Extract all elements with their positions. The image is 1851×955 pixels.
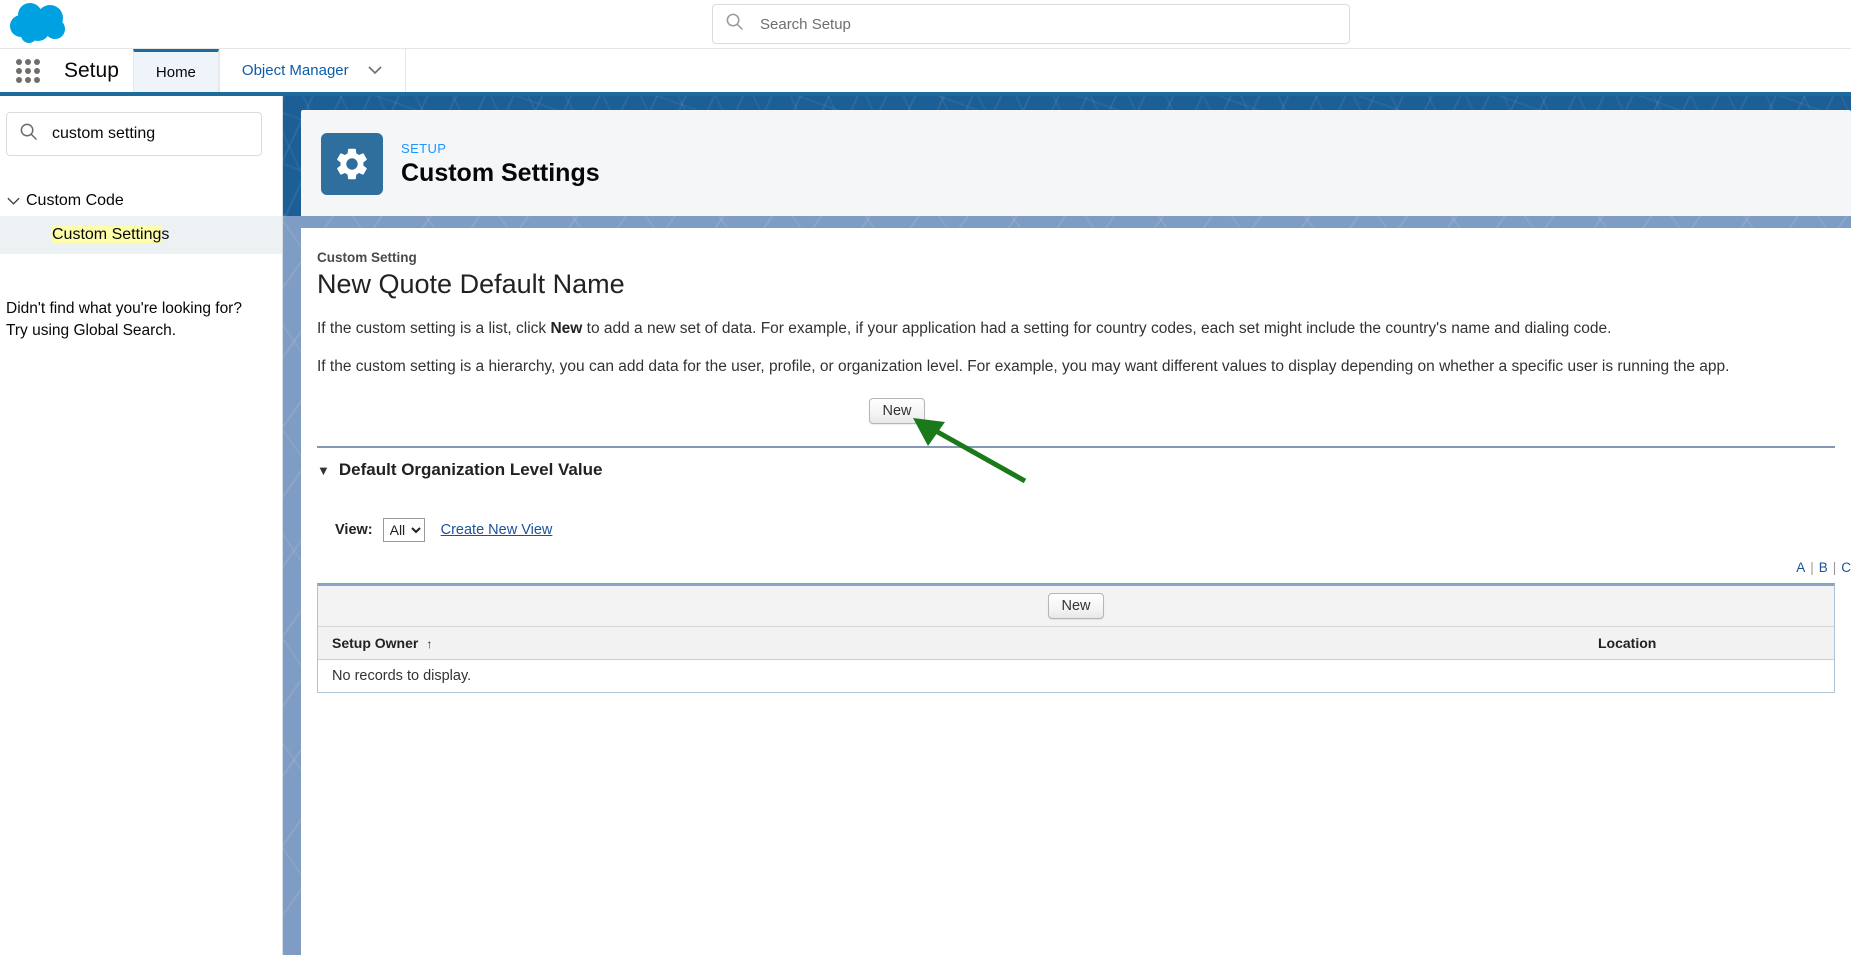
description-paragraph-1: If the custom setting is a list, click N… [317, 320, 1851, 338]
setup-breadcrumb: SETUP [401, 140, 447, 156]
body-split: Custom Code Custom Settings Didn't find … [0, 96, 1851, 955]
table-header-row: Setup Owner ↑ Location [318, 627, 1834, 660]
global-header [0, 0, 1851, 48]
empty-state-message: No records to display. [318, 659, 1834, 692]
setup-header-titles: SETUP Custom Settings [401, 141, 600, 188]
view-label: View: [335, 522, 373, 538]
paragraph-1-before: If the custom setting is a list, click [317, 320, 551, 337]
list-toolbar: New [318, 586, 1834, 627]
sidebar-help-note: Didn't find what you're looking for? Try… [6, 300, 242, 340]
record-type-label: Custom Setting [317, 250, 417, 265]
tree-leaf-label-rest: s [161, 226, 170, 243]
tree-branch-custom-code[interactable]: Custom Code [0, 186, 282, 216]
paragraph-1-after: to add a new set of data. For example, i… [582, 320, 1612, 337]
triangle-down-icon: ▼ [317, 462, 330, 478]
tab-home[interactable]: Home [132, 49, 219, 92]
global-search-input[interactable] [758, 14, 1349, 34]
records-list-panel: New Setup Owner ↑ Location No records to… [317, 583, 1835, 693]
create-new-view-link[interactable]: Create New View [441, 522, 553, 538]
view-controls: View: All Create New View [335, 518, 1851, 542]
tab-home-label: Home [155, 63, 196, 81]
salesforce-cloud-logo[interactable] [8, 2, 72, 48]
global-search-container [712, 4, 1350, 44]
search-icon [725, 12, 744, 36]
column-header-location-label: Location [1598, 635, 1657, 651]
paragraph-1-bold: New [550, 320, 583, 337]
setup-sidebar: Custom Code Custom Settings Didn't find … [0, 96, 283, 955]
alpha-filter-a[interactable]: A [1796, 560, 1805, 575]
page-title: Custom Settings [401, 158, 600, 187]
section-header-label: Default Organization Level Value [338, 460, 603, 479]
chevron-down-icon [367, 62, 383, 79]
new-button-row: New [317, 398, 1477, 424]
alpha-sep-1: | [1810, 560, 1814, 575]
setup-title-label: Setup [64, 58, 119, 82]
column-header-setup-owner[interactable]: Setup Owner ↑ [318, 627, 1584, 660]
gear-icon [321, 133, 383, 195]
tree-branch-label: Custom Code [26, 192, 124, 209]
setup-tabs: Home Object Manager [132, 49, 406, 92]
app-launcher-grid-icon[interactable] [0, 49, 56, 92]
global-search-box[interactable] [712, 4, 1350, 44]
record-title: New Quote Default Name [317, 269, 625, 299]
detail-panel-wrap: Custom Setting New Quote Default Name If… [283, 216, 1851, 955]
alpha-filter-b[interactable]: B [1819, 560, 1828, 575]
alpha-sep-2: | [1832, 560, 1837, 575]
setup-banner: SETUP Custom Settings [283, 96, 1851, 218]
tab-object-manager-label: Object Manager [241, 62, 349, 79]
chevron-down-icon [0, 196, 26, 206]
description-paragraph-2: If the custom setting is a hierarchy, yo… [317, 358, 1730, 375]
table-row: No records to display. [318, 659, 1834, 692]
main-content: SETUP Custom Settings Custom Setting New… [283, 96, 1851, 955]
tree-leaf-label-highlight: Custom Setting [52, 226, 162, 243]
alpha-filter-c[interactable]: C [1841, 560, 1851, 575]
view-select[interactable]: All [382, 518, 425, 542]
setup-header-card: SETUP Custom Settings [301, 110, 1851, 218]
list-new-button[interactable]: New [1048, 593, 1104, 619]
column-header-location[interactable]: Location [1584, 627, 1834, 660]
sidebar-item-custom-settings[interactable]: Custom Settings [0, 216, 282, 254]
section-header-default-org-level-value[interactable]: ▼ Default Organization Level Value [317, 460, 1851, 480]
quick-find-input[interactable] [50, 124, 261, 144]
alpha-filter: A | B | C [317, 560, 1851, 575]
detail-panel: Custom Setting New Quote Default Name If… [301, 228, 1851, 955]
search-icon [19, 122, 38, 146]
quick-find-box[interactable] [6, 112, 262, 156]
column-header-setup-owner-label: Setup Owner [332, 635, 419, 651]
sort-ascending-icon: ↑ [426, 637, 433, 651]
new-button[interactable]: New [869, 398, 925, 424]
setup-nav-bar: Setup Home Object Manager [0, 48, 1851, 96]
tab-object-manager[interactable]: Object Manager [218, 49, 406, 92]
records-table: Setup Owner ↑ Location No records to disp… [318, 627, 1834, 692]
section-divider [317, 446, 1835, 448]
setup-tree: Custom Code Custom Settings [0, 186, 282, 254]
